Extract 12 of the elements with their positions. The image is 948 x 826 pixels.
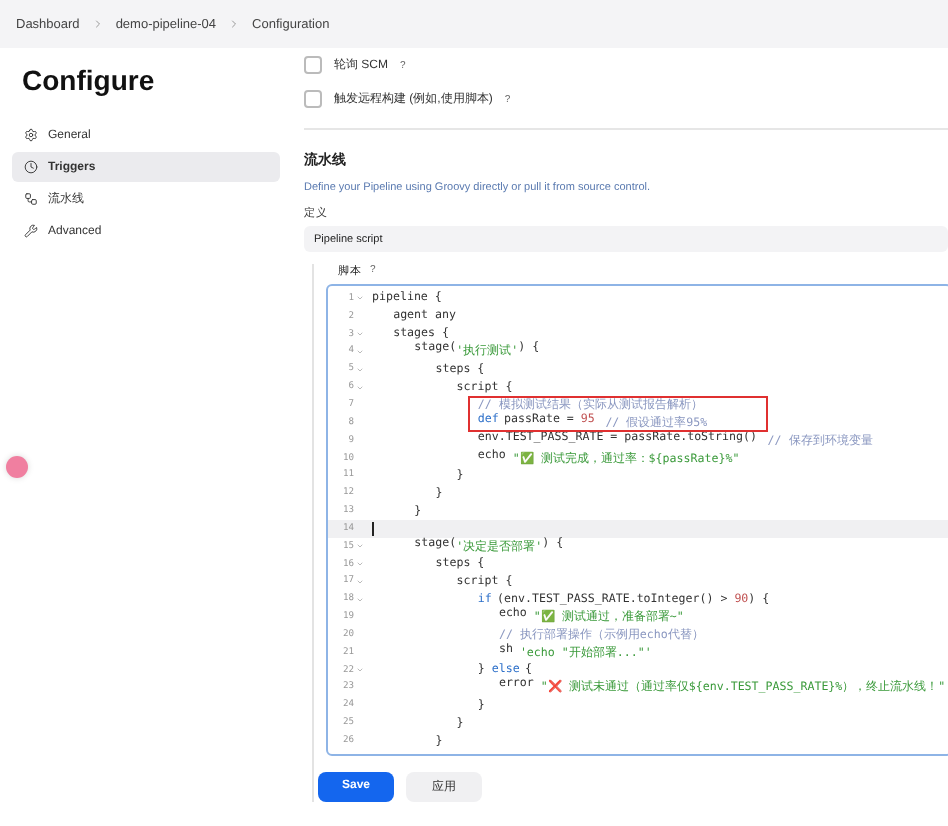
- clock-icon: [24, 160, 38, 174]
- page-title: Configure: [22, 64, 157, 96]
- wrench-icon: [24, 224, 38, 238]
- checkbox[interactable]: [304, 90, 322, 108]
- checkbox[interactable]: [304, 56, 322, 74]
- code-editor[interactable]: [326, 284, 948, 756]
- chevron-icon: [91, 18, 104, 30]
- floating-action-icon[interactable]: [6, 456, 28, 478]
- gear-icon: [24, 128, 38, 142]
- text-cursor: [372, 521, 374, 536]
- chevron-icon: [228, 18, 241, 30]
- flow-icon: [24, 192, 38, 206]
